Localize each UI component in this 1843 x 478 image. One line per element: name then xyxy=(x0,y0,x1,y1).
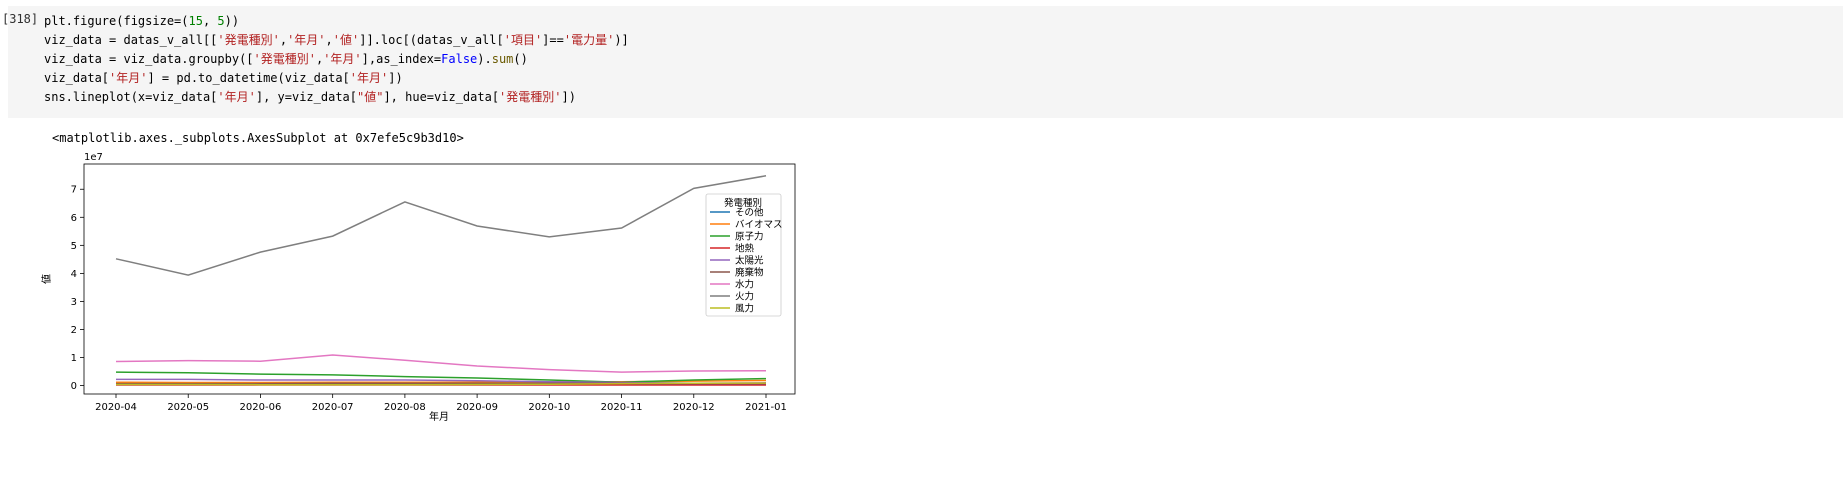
plot-frame xyxy=(83,163,796,395)
x-tick-label: 2021-01 xyxy=(745,402,787,413)
x-tick-label: 2020-04 xyxy=(95,402,137,413)
x-tick-label: 2020-05 xyxy=(167,402,209,413)
x-tick-label: 2020-08 xyxy=(384,402,426,413)
legend-entry: 風力 xyxy=(735,303,754,315)
y-tick-label: 3 xyxy=(71,297,77,308)
y-tick-label: 6 xyxy=(71,213,77,224)
x-tick-label: 2020-10 xyxy=(528,402,570,413)
legend-entry: 廃棄物 xyxy=(735,267,764,279)
output-repr: <matplotlib.axes._subplots.AxesSubplot a… xyxy=(52,131,464,145)
x-tick-label: 2020-11 xyxy=(601,402,643,413)
x-axis: 2020-04 2020-05 2020-06 2020-07 2020-08 2020-… xyxy=(95,394,787,413)
y-axis-label: 値 xyxy=(40,274,53,284)
code-line-1: plt.figure(figsize=(15, 5)) xyxy=(44,14,240,28)
y-tick-label: 5 xyxy=(71,241,77,252)
code-line-2: viz_data = datas_v_all[['発電種別','年月','値']… xyxy=(44,33,629,47)
cell-prompt: [318] xyxy=(2,12,39,26)
x-tick-label: 2020-09 xyxy=(456,402,498,413)
legend-entry: バイオマス xyxy=(735,220,783,231)
line-chart: 1e7 01234567 2020-04 2020-05 2020-06 2020-0… xyxy=(40,152,796,423)
y-tick-label: 1 xyxy=(71,353,77,364)
legend-entry: 太陽光 xyxy=(735,255,764,267)
y-offset-label: 1e7 xyxy=(84,152,103,163)
code-line-3: viz_data = viz_data.groupby(['発電種別','年月'… xyxy=(44,52,528,66)
legend-entry: 地熱 xyxy=(735,243,755,255)
y-tick-label: 0 xyxy=(71,381,77,392)
code-editor[interactable]: plt.figure(figsize=(15, 5)) viz_data = d… xyxy=(44,12,629,107)
legend-entry: 原子力 xyxy=(735,231,764,243)
x-tick-label: 2020-12 xyxy=(673,402,715,413)
y-tick-label: 7 xyxy=(71,185,77,196)
y-tick-label: 4 xyxy=(71,269,77,280)
x-axis-label: 年月 xyxy=(429,410,449,423)
code-line-5: sns.lineplot(x=viz_data['年月'], y=viz_dat… xyxy=(44,90,576,104)
x-tick-label: 2020-07 xyxy=(312,402,354,413)
legend-entry: その他 xyxy=(735,207,764,219)
y-tick-label: 2 xyxy=(71,325,77,336)
y-axis: 0 1 2 3 4 5 6 7 xyxy=(71,185,84,392)
legend-entry: 火力 xyxy=(735,291,754,303)
legend-entry: 水力 xyxy=(735,279,754,291)
legend: 発電種別 その他バイオマス原子力地熱太陽光廃棄物水力火力風力 xyxy=(705,193,783,317)
code-line-4: viz_data['年月'] = pd.to_datetime(viz_data… xyxy=(44,71,403,85)
x-tick-label: 2020-06 xyxy=(240,402,282,413)
